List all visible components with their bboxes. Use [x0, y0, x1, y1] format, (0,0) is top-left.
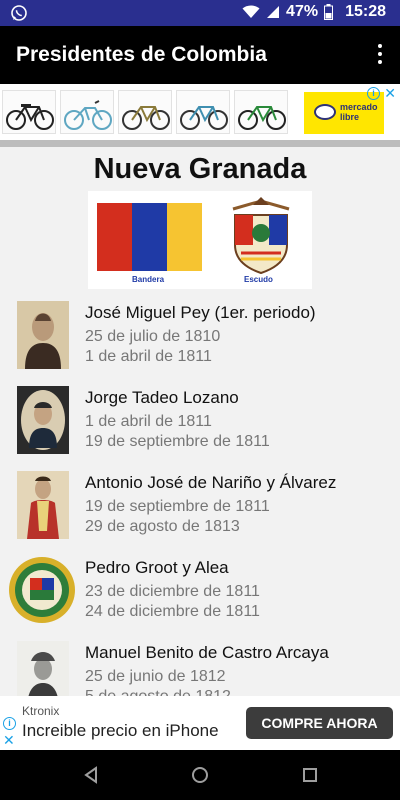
battery-icon: [324, 4, 334, 20]
bicycle-image[interactable]: [2, 90, 56, 134]
president-name: José Miguel Pey (1er. periodo): [85, 303, 316, 322]
bicycle-image[interactable]: [60, 90, 114, 134]
president-name: Pedro Groot y Alea: [85, 558, 229, 577]
list-item[interactable]: Antonio José de Nariño y Álvarez 19 de s…: [0, 467, 400, 552]
coat-of-arms-icon: [232, 197, 290, 275]
bottom-banner-ad[interactable]: Ktronix Increible precio en iPhone i ✕ C…: [0, 696, 400, 750]
portrait-image: [17, 471, 69, 539]
app-title: Presidentes de Colombia: [16, 43, 267, 66]
portrait-image: [17, 386, 69, 454]
bicycle-image[interactable]: [118, 90, 172, 134]
term-end: 19 de septiembre de 1811: [85, 433, 270, 450]
term-start: 25 de junio de 1812: [85, 668, 226, 685]
term-end: 29 de agosto de 1813: [85, 518, 240, 535]
bicycle-image[interactable]: [176, 90, 230, 134]
term-end: 1 de abril de 1811: [85, 348, 212, 365]
back-icon[interactable]: [82, 766, 100, 784]
ad-close-icon[interactable]: ✕: [384, 85, 396, 102]
home-icon[interactable]: [191, 766, 209, 784]
national-symbols-image: Bandera Escudo: [88, 191, 312, 289]
clock: 15:28: [345, 3, 386, 20]
seal-image: [8, 556, 76, 624]
president-list-screen[interactable]: Nueva Granada Bandera Escudo José Miguel…: [0, 147, 400, 696]
brand-line1: mercado: [340, 102, 378, 112]
ad-info-icon[interactable]: i: [3, 717, 16, 730]
more-vert-icon[interactable]: [376, 44, 384, 66]
brand-line2: libre: [340, 112, 360, 122]
signal-icon: [267, 6, 280, 18]
portrait-image: [17, 301, 69, 369]
portrait-image: [17, 641, 69, 696]
whatsapp-icon: [11, 5, 27, 21]
bicycle-image[interactable]: [234, 90, 288, 134]
president-name: Antonio José de Nariño y Álvarez: [85, 473, 337, 492]
term-end: 24 de diciembre de 1811: [85, 603, 260, 620]
handshake-icon: [314, 104, 336, 120]
list-item[interactable]: Manuel Benito de Castro Arcaya 25 de jun…: [0, 637, 400, 696]
list-item[interactable]: Jorge Tadeo Lozano 1 de abril de 1811 19…: [0, 382, 400, 467]
divider: [0, 140, 400, 147]
term-start: 25 de julio de 1810: [85, 328, 221, 345]
recents-icon[interactable]: [301, 766, 319, 784]
top-banner-ad[interactable]: mercado libre i ✕: [0, 84, 400, 140]
term-start: 19 de septiembre de 1811: [85, 498, 270, 515]
term-start: 23 de diciembre de 1811: [85, 583, 260, 600]
list-item[interactable]: Pedro Groot y Alea 23 de diciembre de 18…: [0, 552, 400, 637]
flag-label: Bandera: [132, 275, 165, 284]
buy-now-button[interactable]: COMPRE AHORA: [246, 707, 393, 739]
term-start: 1 de abril de 1811: [85, 413, 212, 430]
flag-image: [97, 203, 202, 271]
app-bar: Presidentes de Colombia: [0, 26, 400, 84]
ad-headline[interactable]: Increible precio en iPhone: [22, 721, 219, 741]
ad-info-icon[interactable]: i: [367, 87, 380, 100]
battery-percent: 47%: [286, 3, 319, 20]
list-item[interactable]: José Miguel Pey (1er. periodo) 25 de jul…: [0, 297, 400, 382]
wifi-icon: [242, 5, 260, 18]
term-end: 5 de agosto de 1812: [85, 688, 231, 696]
president-name: Jorge Tadeo Lozano: [85, 388, 239, 407]
shield-label: Escudo: [244, 275, 273, 284]
status-bar: 47% 15:28: [0, 0, 400, 26]
ad-close-icon[interactable]: ✕: [3, 732, 15, 749]
section-title: Nueva Granada: [93, 153, 307, 185]
ad-brand: Ktronix: [22, 704, 60, 718]
system-nav-bar: [0, 750, 400, 800]
president-name: Manuel Benito de Castro Arcaya: [85, 643, 329, 662]
